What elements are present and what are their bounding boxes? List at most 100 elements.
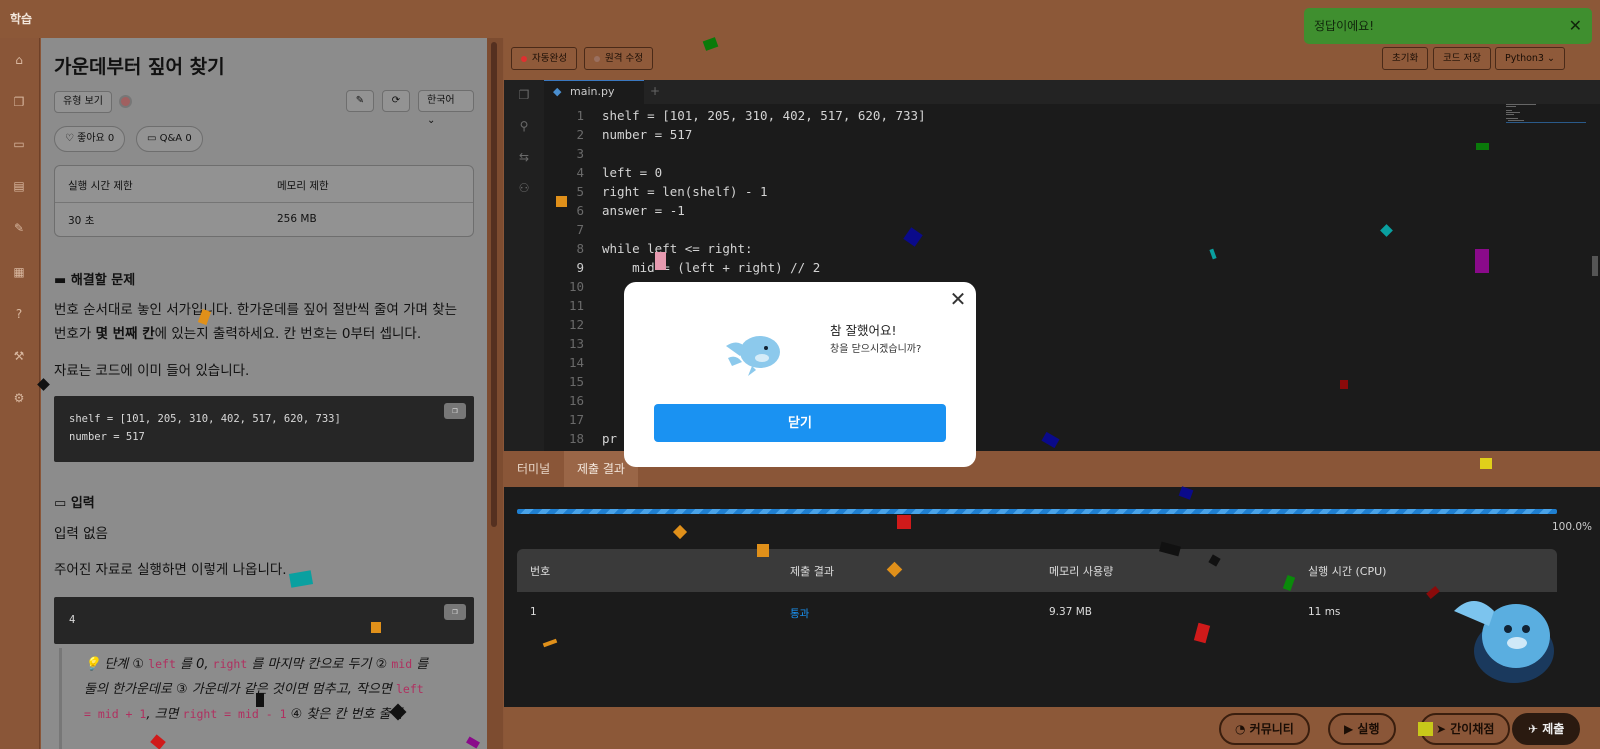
close-icon[interactable]: ✕: [1569, 8, 1582, 44]
success-modal: ✕ 참 잘했어요! 창을 닫으시겠습니까? 닫기: [624, 282, 976, 467]
refresh-icon[interactable]: ⟳: [382, 90, 410, 112]
files-icon[interactable]: ❐: [516, 88, 532, 104]
hint-line-3: = mid + 1, 크면 right = mid - 1 ④ 찾은 칸 번호 …: [84, 702, 474, 727]
line-number: 15: [568, 374, 584, 389]
hint-code: = mid + 1: [84, 707, 147, 721]
confetti: [1480, 458, 1492, 469]
chevron-down-icon: ⌄: [1547, 53, 1555, 64]
users-icon[interactable]: ⚇: [516, 181, 532, 197]
problem-panel: 가운데부터 짚어 찾기 유형 보기 ✎ ⟳ 한국어 ⌄ ♡ 좋아요 0 ▭ Q&…: [41, 38, 487, 749]
scrollbar-thumb[interactable]: [491, 42, 497, 527]
time-limit-label: 실행 시간 제한: [68, 180, 133, 192]
like-button[interactable]: ♡ 좋아요 0: [54, 126, 126, 152]
row-number: 1: [530, 606, 537, 618]
output-intro: 주어진 자료로 실행하면 이렇게 나옵니다.: [54, 562, 287, 578]
line-number: 12: [568, 317, 584, 332]
submit-button[interactable]: ✈ 제출: [1512, 713, 1581, 745]
pencil-icon[interactable]: ✎: [11, 220, 27, 236]
copy-output-button[interactable]: ❐: [444, 604, 466, 620]
tab-terminal[interactable]: 터미널: [504, 451, 563, 487]
sample-code-block: shelf = [101, 205, 310, 402, 517, 620, 7…: [54, 396, 474, 462]
desc-line-1: 번호 순서대로 놓인 서가입니다. 한가운데를 짚어 절반씩 줄여 가며 찾는: [54, 302, 458, 318]
type-button[interactable]: 유형 보기: [54, 91, 112, 113]
desc-bold: 몇 번째 칸: [95, 326, 155, 342]
quick-grade-button[interactable]: ➤ 간이채점: [1420, 713, 1511, 745]
language-dropdown[interactable]: Python3 ⌄: [1495, 47, 1565, 70]
hint-text: 둘의 한가운데로 ③ 가운데가 같은 것이면 멈추고, 작으면: [84, 682, 396, 697]
hint-text: 를 0,: [175, 657, 213, 672]
mascot-icon: [726, 336, 780, 376]
hint-text: , 크면: [146, 707, 183, 722]
confetti: [1418, 722, 1433, 736]
memory-limit-label: 메모리 제한: [277, 180, 329, 192]
community-button[interactable]: ◔ 커뮤니티: [1219, 713, 1310, 745]
bulb-icon: 💡: [84, 657, 101, 672]
source-control-icon[interactable]: ⇆: [516, 150, 532, 166]
section-input-heading: ▭ 입력: [54, 492, 95, 511]
desc-pre: 번호가: [54, 326, 96, 342]
line-code: left = 0: [602, 165, 663, 180]
status-dot: [521, 55, 527, 62]
submit-label: 제출: [1542, 722, 1565, 736]
output-value: 4: [69, 614, 76, 626]
close-icon[interactable]: ✕: [947, 288, 969, 310]
line-number: 9: [576, 260, 584, 275]
remote-edit-toggle[interactable]: 원격 수정: [584, 47, 653, 70]
keyboard-icon[interactable]: ▦: [11, 264, 27, 280]
qna-count: Q&A 0: [159, 133, 192, 144]
close-button[interactable]: 닫기: [654, 404, 946, 442]
row-memory: 9.37 MB: [1049, 606, 1092, 618]
header-memory: 메모리 사용량: [1049, 565, 1114, 578]
run-button[interactable]: ▶ 실행: [1328, 713, 1396, 745]
chat-icon[interactable]: ▤: [11, 178, 27, 194]
line-number: 3: [576, 146, 584, 161]
search-icon[interactable]: ⚲: [516, 119, 532, 135]
language-label: 한국어: [427, 95, 455, 106]
line-number: 11: [568, 298, 584, 313]
app-title: 학습: [10, 12, 33, 26]
save-code-button[interactable]: 코드 저장: [1433, 47, 1491, 70]
hint-code: left: [395, 682, 424, 696]
line-code: number = 517: [602, 127, 693, 142]
quick-grade-label: 간이채점: [1450, 722, 1495, 736]
language-dropdown-label: Python3: [1505, 53, 1544, 64]
status-dot: [594, 55, 600, 62]
paper-plane-icon: ✈: [1528, 722, 1539, 736]
chevron-down-icon: ⌄: [427, 115, 436, 126]
autocomplete-toggle[interactable]: 자동완성: [511, 47, 577, 70]
problem-title: 가운데부터 짚어 찾기: [54, 56, 225, 78]
desc-line-2: 번호가 몇 번째 칸에 있는지 출력하세요. 칸 번호는 0부터 셉니다.: [54, 322, 474, 346]
qna-button[interactable]: ▭ Q&A 0: [136, 126, 203, 152]
minimap[interactable]: [1506, 104, 1586, 144]
new-tab-icon[interactable]: +: [650, 84, 660, 98]
line-number: 17: [568, 412, 584, 427]
autocomplete-label: 자동완성: [532, 53, 567, 64]
line-number: 7: [576, 222, 584, 237]
copy-icon[interactable]: ❐: [11, 94, 27, 110]
modal-title: 참 잘했어요!: [830, 323, 897, 338]
hint-code: right: [212, 657, 248, 671]
settings-icon[interactable]: ⚙: [11, 390, 27, 406]
tab-main-py[interactable]: ◆ main.py: [544, 80, 644, 104]
help-icon[interactable]: ?: [11, 306, 27, 322]
hint-code: right = mid - 1: [182, 707, 287, 721]
row-result[interactable]: 통과: [790, 606, 809, 621]
home-icon[interactable]: ⌂: [11, 52, 27, 68]
hint-text: 단계 ①: [104, 657, 149, 672]
reset-button[interactable]: 초기화: [1382, 47, 1429, 70]
tool-icon[interactable]: ⚒: [11, 348, 27, 364]
heart-icon: ♡: [65, 133, 74, 144]
confetti: [556, 196, 567, 207]
confetti: [897, 515, 911, 529]
like-count: 좋아요 0: [77, 133, 115, 144]
editor-scrollbar[interactable]: [1592, 256, 1598, 276]
section-problem-heading: ▬ 해결할 문제: [54, 269, 135, 288]
language-select[interactable]: 한국어 ⌄: [418, 90, 474, 126]
output-block: 4 ❐: [54, 597, 474, 644]
edit-icon[interactable]: ✎: [346, 90, 374, 112]
copy-code-button[interactable]: ❐: [444, 403, 466, 419]
book-icon[interactable]: ▭: [11, 136, 27, 152]
scroll-icon: ▬: [54, 273, 67, 288]
header-number: 번호: [530, 565, 551, 578]
left-scrollbar[interactable]: [487, 38, 503, 749]
